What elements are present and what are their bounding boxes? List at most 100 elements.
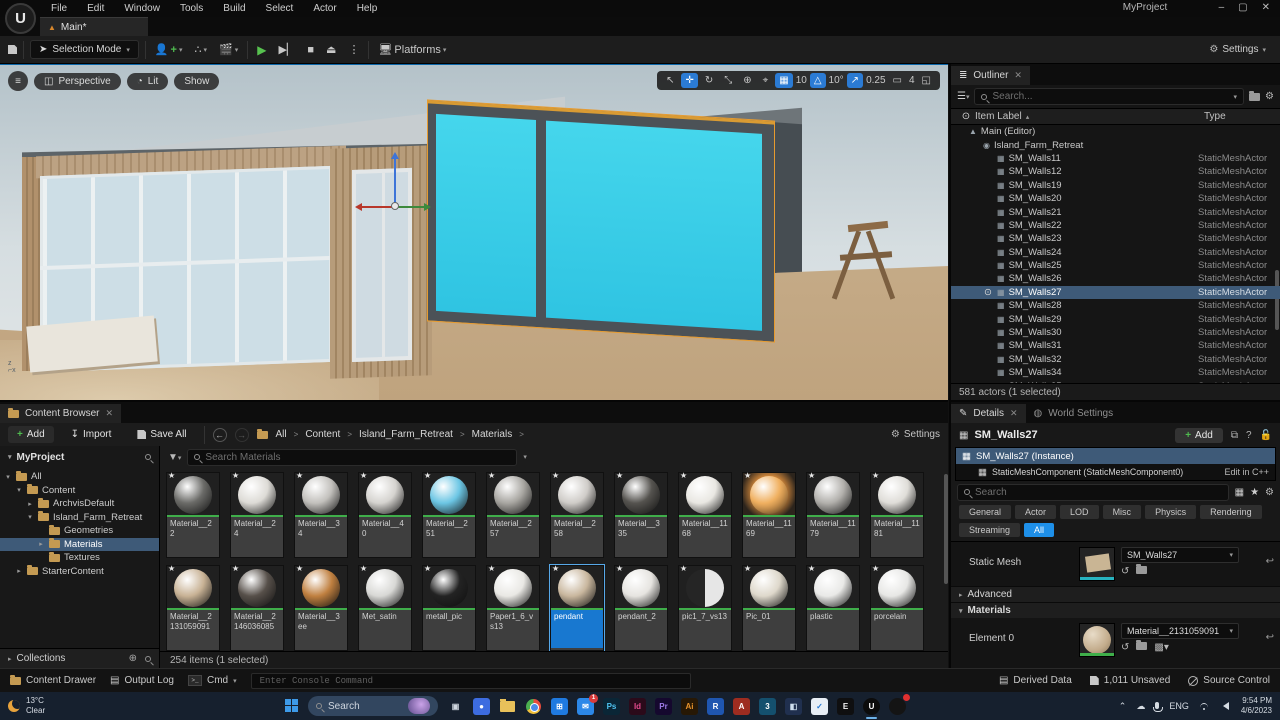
outliner-row-sm_walls32[interactable]: ▦SM_Walls32StaticMeshActor xyxy=(951,353,1280,366)
outliner-search-input[interactable] xyxy=(992,91,1228,102)
viewport-options-menu[interactable]: ≡ xyxy=(8,71,28,91)
breadcrumb-island_farm_retreat[interactable]: Island_Farm_Retreat xyxy=(359,429,453,440)
play-button[interactable]: ▶ xyxy=(254,41,269,59)
outliner-row-sm_walls28[interactable]: ▦SM_Walls28StaticMeshActor xyxy=(951,299,1280,312)
close-icon[interactable]: ✕ xyxy=(1010,408,1018,419)
platforms-dropdown[interactable]: 🖥 Platforms▾ xyxy=(375,41,449,58)
column-item-label[interactable]: Item Label xyxy=(975,111,1022,122)
advanced-section[interactable]: ▸ Advanced xyxy=(951,586,1280,602)
outliner-row-sm_walls31[interactable]: ▦SM_Walls31StaticMeshActor xyxy=(951,339,1280,352)
edit-in-cpp-link[interactable]: Edit in C++ xyxy=(1224,467,1269,477)
materials-section[interactable]: ▾ Materials xyxy=(951,602,1280,618)
folder-tree-item-textures[interactable]: Textures xyxy=(0,551,159,565)
breadcrumb-all[interactable]: All xyxy=(276,429,287,440)
menu-item-help[interactable]: Help xyxy=(348,1,387,16)
use-selected-icon[interactable]: ↺ xyxy=(1121,566,1129,577)
import-button[interactable]: ↧Import xyxy=(62,426,121,443)
content-drawer-button[interactable]: Content Drawer xyxy=(10,675,96,686)
component-row-staticmesh[interactable]: ▦ StaticMeshComponent (StaticMeshCompone… xyxy=(956,464,1275,480)
taskbar-app-obs[interactable] xyxy=(889,698,906,715)
outliner-row-sm_walls20[interactable]: ▦SM_Walls20StaticMeshActor xyxy=(951,192,1280,205)
outliner-row-world[interactable]: ▲Main (Editor) xyxy=(951,125,1280,138)
selection-mode-dropdown[interactable]: ➤ Selection Mode ▾ xyxy=(30,40,139,59)
browse-icon[interactable] xyxy=(1136,642,1147,650)
surface-snap-toggle[interactable]: ⌖ xyxy=(759,73,773,88)
taskbar-app-illustrator[interactable]: Ai xyxy=(681,698,698,715)
tree-expander[interactable]: ▾ xyxy=(4,473,12,481)
taskbar-search[interactable]: Search xyxy=(308,696,438,716)
world-space-toggle[interactable]: ⊕ xyxy=(739,73,755,88)
taskbar-app-file-explorer[interactable] xyxy=(499,698,516,715)
save-icon[interactable] xyxy=(8,45,17,54)
cinematics-button[interactable]: 🎬▾ xyxy=(216,41,241,58)
reset-icon[interactable]: ↩ xyxy=(1266,632,1274,643)
asset-tile-pendant[interactable]: ★pendant xyxy=(550,565,604,651)
blueprint-convert-icon[interactable]: ⧉ xyxy=(1231,430,1238,441)
outliner-row-level[interactable]: ◉Island_Farm_Retreat xyxy=(951,138,1280,151)
taskbar-app-dark-app[interactable]: ◧ xyxy=(785,698,802,715)
use-selected-icon[interactable]: ↺ xyxy=(1121,642,1129,653)
play-options-button[interactable]: ⋮ xyxy=(345,41,362,58)
asset-tile-material__34[interactable]: ★Material__34 xyxy=(294,472,348,558)
asset-tile-material__251[interactable]: ★Material__251 xyxy=(422,472,476,558)
asset-tile-pendant_2[interactable]: ★pendant_2 xyxy=(614,565,668,651)
tab-details[interactable]: ✎ Details ✕ xyxy=(951,404,1026,423)
asset-tile-material__1181[interactable]: ★Material__1181 xyxy=(870,472,924,558)
console-command-box[interactable] xyxy=(251,673,691,689)
menu-item-edit[interactable]: Edit xyxy=(78,1,113,16)
taskbar-app-task-view[interactable]: ▣ xyxy=(447,698,464,715)
tree-expander[interactable]: ▸ xyxy=(37,540,45,548)
taskbar-app-mail[interactable]: ✉1 xyxy=(577,698,594,715)
category-chip-general[interactable]: General xyxy=(959,505,1011,519)
breadcrumb-materials[interactable]: Materials xyxy=(472,429,513,440)
save-all-button[interactable]: Save All xyxy=(128,426,195,443)
taskbar-app-revit[interactable]: R xyxy=(707,698,724,715)
move-tool[interactable]: ✛ xyxy=(681,73,697,88)
category-chip-lod[interactable]: LOD xyxy=(1060,505,1099,519)
unsaved-button[interactable]: 1,011 Unsaved xyxy=(1090,675,1171,686)
component-row-instance[interactable]: ▦ SM_Walls27 (Instance) xyxy=(956,448,1275,464)
add-asset-button[interactable]: +Add xyxy=(8,426,54,443)
taskbar-app-chat[interactable]: ● xyxy=(473,698,490,715)
details-search[interactable] xyxy=(957,484,1229,501)
filter-icon[interactable]: ▼▾ xyxy=(168,452,181,463)
tab-main-level[interactable]: ▲ Main* xyxy=(40,17,148,36)
outliner-row-sm_walls27[interactable]: ⊙▦SM_Walls27StaticMeshActor xyxy=(951,286,1280,299)
asset-tile-pic1_7_vs13[interactable]: ★pic1_7_vs13 xyxy=(678,565,732,651)
sources-header[interactable]: ▾ MyProject xyxy=(0,446,159,468)
tree-expander[interactable]: ▾ xyxy=(26,513,34,521)
microphone-icon[interactable] xyxy=(1155,702,1159,709)
outliner-row-sm_walls21[interactable]: ▦SM_Walls21StaticMeshActor xyxy=(951,205,1280,218)
outliner-settings-icon[interactable]: ⚙ xyxy=(1265,91,1274,102)
minimize-button[interactable]: – xyxy=(1219,2,1225,13)
taskbar-weather-widget[interactable]: 13°CClear xyxy=(0,696,120,715)
folder-tree-item-materials[interactable]: ▸Materials xyxy=(0,538,159,552)
category-chip-rendering[interactable]: Rendering xyxy=(1200,505,1262,519)
menu-item-select[interactable]: Select xyxy=(257,1,303,16)
content-browser-settings[interactable]: ⚙ Settings xyxy=(891,429,940,440)
grid-snap-toggle[interactable]: ▦ xyxy=(775,73,792,88)
asset-search-input[interactable] xyxy=(205,452,510,463)
start-button[interactable] xyxy=(285,699,299,713)
show-dropdown[interactable]: Show xyxy=(174,73,219,90)
asset-tile-material__258[interactable]: ★Material__258 xyxy=(550,472,604,558)
outliner-row-sm_walls19[interactable]: ▦SM_Walls19StaticMeshActor xyxy=(951,179,1280,192)
static-mesh-thumbnail[interactable] xyxy=(1079,547,1115,581)
visibility-toggle[interactable]: ⊙ xyxy=(979,287,997,298)
favorites-icon[interactable]: ★ xyxy=(1250,487,1259,498)
forward-button[interactable]: → xyxy=(235,428,249,442)
category-chip-physics[interactable]: Physics xyxy=(1145,505,1196,519)
outliner-row-sm_walls29[interactable]: ▦SM_Walls29StaticMeshActor xyxy=(951,312,1280,325)
asset-tile-material__2146036085[interactable]: ★Material__2146036085 xyxy=(230,565,284,651)
outliner-row-sm_walls35[interactable]: ▦SM_Walls35StaticMeshActor xyxy=(951,379,1280,383)
lock-icon[interactable]: 🔓 xyxy=(1260,430,1272,441)
details-settings-icon[interactable]: ⚙ xyxy=(1265,487,1274,498)
folder-tree-item-archvisdefault[interactable]: ▸ArchvisDefault xyxy=(0,497,159,511)
outliner-row-sm_walls11[interactable]: ▦SM_Walls11StaticMeshActor xyxy=(951,152,1280,165)
folder-tree-item-geometries[interactable]: Geometries xyxy=(0,524,159,538)
menu-item-build[interactable]: Build xyxy=(214,1,254,16)
blueprints-button[interactable]: ∴▾ xyxy=(192,41,211,58)
taskbar-app-unreal-editor[interactable]: U xyxy=(863,698,880,715)
close-icon[interactable]: ✕ xyxy=(105,408,113,419)
browse-icon[interactable] xyxy=(1136,566,1147,574)
